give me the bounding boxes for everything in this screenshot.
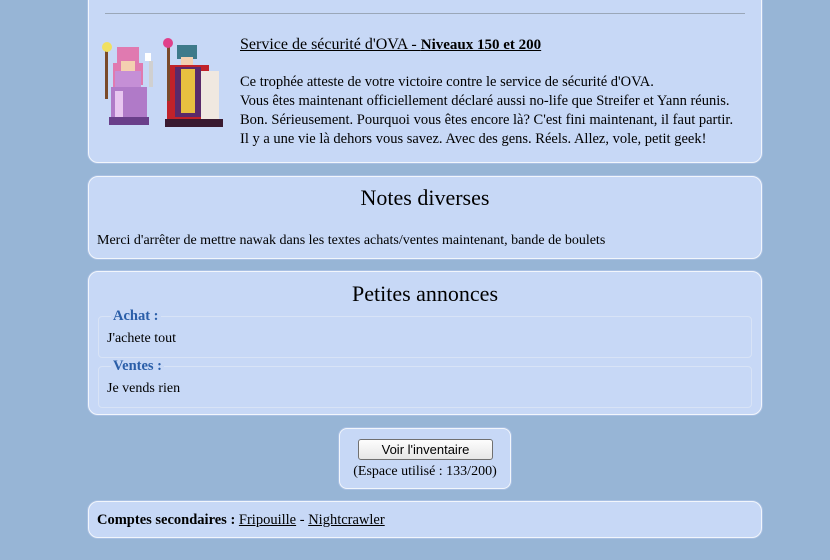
- account-separator: -: [296, 512, 309, 528]
- sell-fieldset: Ventes : Je vends rien: [98, 358, 752, 408]
- account-link-nightcrawler[interactable]: Nightcrawler: [308, 512, 385, 528]
- trophy-title-text: Service de sécurité d'OVA -: [240, 36, 421, 53]
- trophy-line: Il y a une vie là dehors vous savez. Ave…: [240, 131, 707, 147]
- buy-fieldset: Achat : J'achete tout: [98, 308, 752, 358]
- notes-text: Merci d'arrêter de mettre nawak dans les…: [97, 233, 606, 248]
- view-inventory-button[interactable]: Voir l'inventaire: [358, 439, 493, 460]
- trophy-line: Vous êtes maintenant officiellement décl…: [240, 93, 730, 109]
- secondary-accounts-panel: Comptes secondaires : Fripouille - Night…: [88, 501, 762, 538]
- trophy-panel: Service de sécurité d'OVA - Niveaux 150 …: [88, 0, 762, 163]
- notes-panel: Notes diverses Merci d'arrêter de mettre…: [88, 176, 762, 259]
- inventory-panel: Voir l'inventaire (Espace utilisé : 133/…: [339, 428, 511, 489]
- secondary-accounts-label: Comptes secondaires :: [97, 512, 236, 528]
- account-link-fripouille[interactable]: Fripouille: [239, 512, 296, 528]
- blue-mage-sprite: [163, 38, 223, 127]
- trophy-description: Ce trophée atteste de votre victoire con…: [240, 73, 755, 149]
- ads-panel: Petites annonces Achat : J'achete tout V…: [88, 271, 762, 415]
- notes-heading: Notes diverses: [360, 185, 490, 210]
- buy-label: Achat :: [111, 308, 161, 325]
- trophy-line: Ce trophée atteste de votre victoire con…: [240, 74, 654, 90]
- sell-label: Ventes :: [111, 358, 165, 375]
- trophy-title: Service de sécurité d'OVA - Niveaux 150 …: [240, 36, 541, 54]
- sell-text: Je vends rien: [107, 381, 181, 396]
- ads-heading: Petites annonces: [351, 281, 499, 306]
- divider: [105, 13, 745, 14]
- inventory-usage: (Espace utilisé : 133/200): [353, 464, 497, 479]
- trophy-sprites-image: [102, 38, 223, 127]
- secondary-accounts-row: Comptes secondaires : Fripouille - Night…: [97, 512, 385, 529]
- trophy-levels: Niveaux 150 et 200: [420, 37, 542, 53]
- trophy-line: Bon. Sérieusement. Pourquoi vous êtes en…: [240, 112, 734, 128]
- buy-text: J'achete tout: [107, 331, 176, 346]
- pink-mage-sprite: [102, 42, 153, 125]
